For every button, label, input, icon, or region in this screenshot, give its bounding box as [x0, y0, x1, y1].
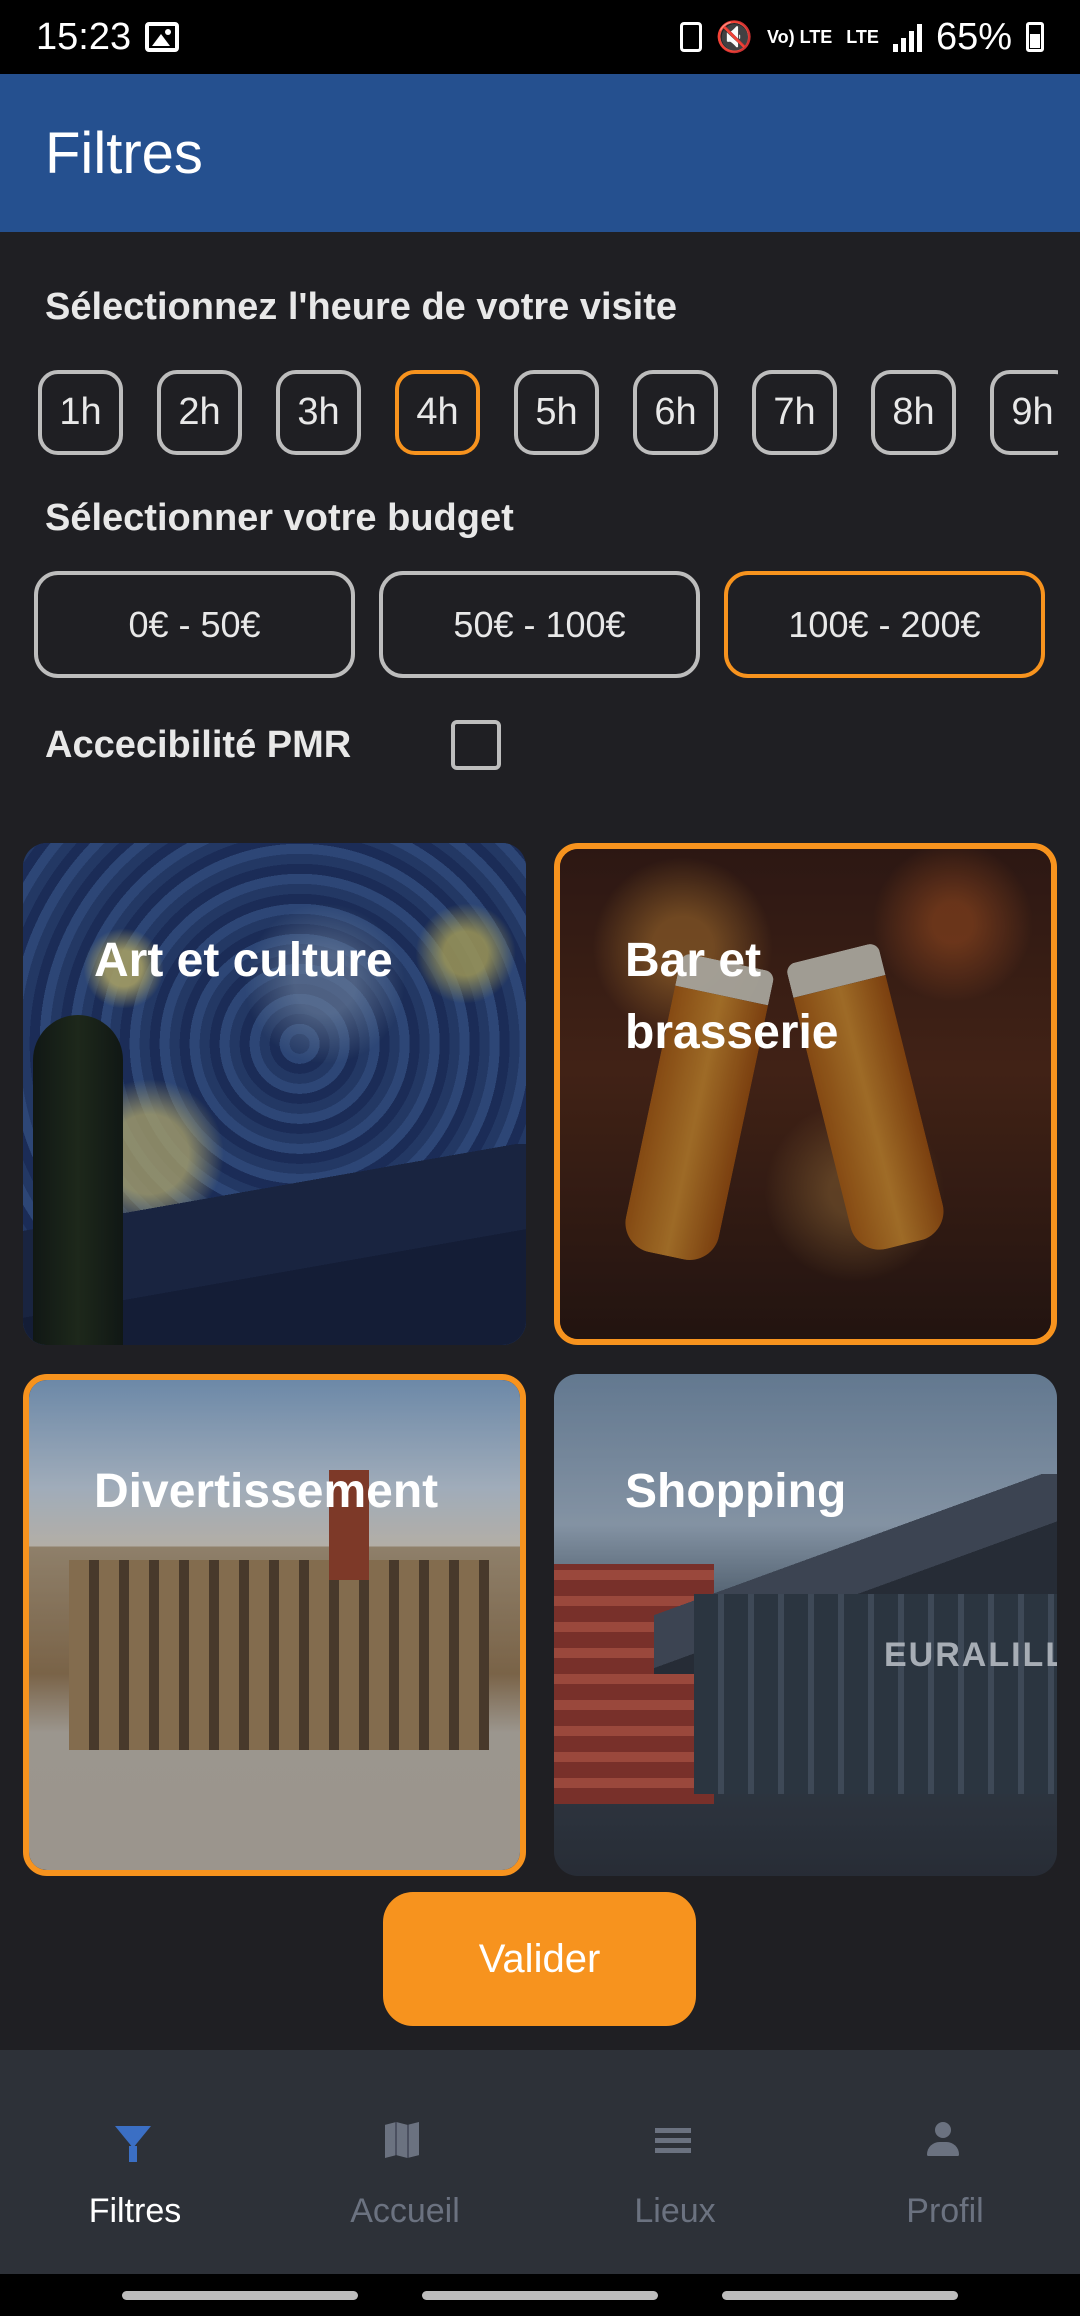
card-shade — [29, 1380, 520, 1870]
nav-label: Profil — [906, 2192, 984, 2230]
nav-item-lieux[interactable]: Lieux — [540, 2050, 810, 2274]
category-label: Art et culture — [94, 934, 393, 987]
gallery-notification-icon — [145, 22, 180, 52]
lte-indicator: LTE — [846, 27, 879, 47]
system-gesture-bar — [0, 2274, 1080, 2316]
hour-chip-2h[interactable]: 2h — [157, 370, 242, 455]
card-shade — [554, 1374, 1057, 1876]
pmr-label: Accecibilité PMR — [45, 723, 352, 766]
filter-icon — [115, 2126, 151, 2162]
nav-icon-wrap — [385, 2122, 425, 2162]
nav-item-filtres[interactable]: Filtres — [0, 2050, 270, 2274]
nav-icon-wrap — [925, 2122, 965, 2162]
volte-indicator: Vo) LTE — [766, 27, 833, 47]
budget-chip-0-50[interactable]: 0€ - 50€ — [34, 571, 355, 678]
nav-label: Lieux — [634, 2192, 716, 2230]
validate-button[interactable]: Valider — [383, 1892, 696, 2026]
nav-label: Filtres — [88, 2192, 182, 2230]
category-card-divertissement[interactable]: Divertissement — [23, 1374, 526, 1876]
hour-chip-6h[interactable]: 6h — [633, 370, 718, 455]
map-icon — [385, 2122, 419, 2158]
gesture-pill-left[interactable] — [122, 2290, 358, 2300]
budget-chip-100-200[interactable]: 100€ - 200€ — [724, 571, 1045, 678]
nav-icon-wrap — [655, 2122, 695, 2162]
category-card-bar[interactable]: Bar et brasserie — [554, 843, 1057, 1345]
card-shade — [23, 843, 526, 1345]
category-card-art[interactable]: Art et culture — [23, 843, 526, 1345]
nav-item-accueil[interactable]: Accueil — [270, 2050, 540, 2274]
budget-section-title: Sélectionner votre budget — [45, 497, 514, 539]
signal-icon — [892, 22, 922, 52]
person-icon — [925, 2122, 961, 2158]
hours-section-title: Sélectionnez l'heure de votre visite — [45, 286, 678, 328]
gesture-pill-home[interactable] — [422, 2290, 658, 2300]
hour-chip-9h[interactable]: 9h — [990, 370, 1058, 455]
app-bar: Filtres — [0, 74, 1080, 232]
card-shade — [560, 849, 1051, 1339]
nav-item-profil[interactable]: Profil — [810, 2050, 1080, 2274]
budget-selector: 0€ - 50€ 50€ - 100€ 100€ - 200€ — [34, 571, 1045, 678]
nav-label: Accueil — [350, 2192, 460, 2230]
hour-chip-5h[interactable]: 5h — [514, 370, 599, 455]
status-bar: 15:23 🔇 Vo) LTE LTE 65% — [0, 0, 1080, 74]
status-time: 15:23 — [36, 15, 132, 58]
budget-chip-50-100[interactable]: 50€ - 100€ — [379, 571, 700, 678]
pmr-checkbox[interactable] — [451, 720, 502, 770]
status-right: 🔇 Vo) LTE LTE 65% — [679, 15, 1044, 59]
gesture-pill-right[interactable] — [722, 2290, 958, 2300]
category-label: Shopping — [625, 1465, 847, 1518]
category-label: Divertissement — [94, 1465, 439, 1518]
nav-icon-wrap — [115, 2122, 155, 2162]
category-label: Bar et brasserie — [625, 934, 839, 1059]
status-left: 15:23 — [36, 15, 180, 59]
category-card-shopping[interactable]: EURALILLE Shopping — [554, 1374, 1057, 1876]
bottom-nav: Filtres Accueil Lieux Profil — [0, 2050, 1080, 2274]
battery-percent: 65% — [935, 15, 1012, 58]
page-title: Filtres — [45, 120, 203, 186]
battery-saver-icon — [679, 22, 702, 52]
pmr-row: Accecibilité PMR — [45, 720, 502, 770]
hour-chip-7h[interactable]: 7h — [752, 370, 837, 455]
hour-chip-3h[interactable]: 3h — [276, 370, 361, 455]
hours-selector[interactable]: 1h 2h 3h 4h 5h 6h 7h 8h 9h — [38, 370, 1058, 456]
mute-icon: 🔇 — [715, 20, 753, 54]
hour-chip-1h[interactable]: 1h — [38, 370, 123, 455]
list-icon — [655, 2128, 691, 2154]
hour-chip-8h[interactable]: 8h — [871, 370, 956, 455]
hour-chip-4h[interactable]: 4h — [395, 370, 480, 455]
battery-icon — [1026, 22, 1044, 52]
